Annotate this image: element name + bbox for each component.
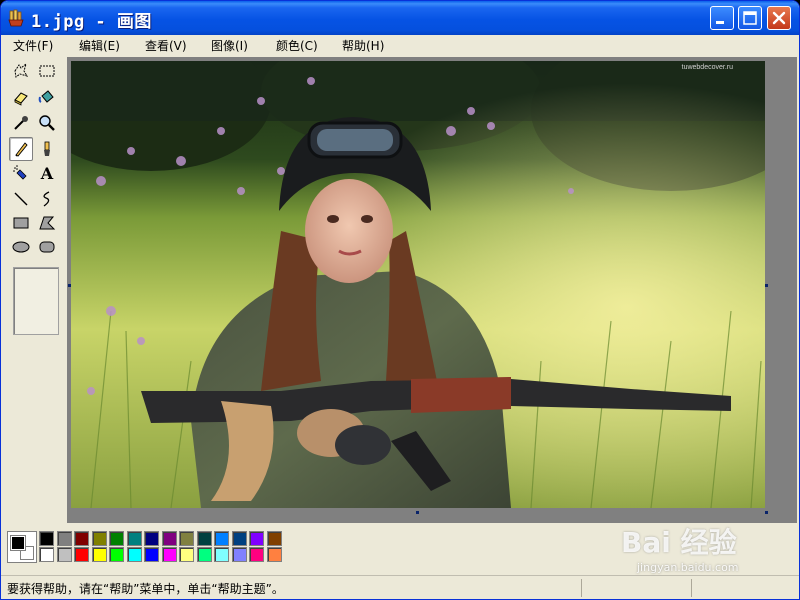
palette-swatch[interactable]: [196, 531, 212, 546]
polygon-icon: [39, 216, 56, 230]
current-colors-indicator[interactable]: [7, 531, 37, 563]
palette-swatch[interactable]: [56, 547, 72, 562]
brush-icon: [44, 141, 50, 156]
ellipse-icon: [12, 241, 30, 253]
palette-swatch[interactable]: [179, 531, 194, 546]
line-tool[interactable]: [9, 187, 33, 211]
palette-swatch[interactable]: [179, 547, 194, 562]
palette-swatch[interactable]: [144, 531, 159, 546]
palette-swatch[interactable]: [109, 547, 124, 562]
close-button[interactable]: [767, 6, 791, 30]
palette-swatch[interactable]: [196, 547, 212, 562]
free-form-select-tool[interactable]: [9, 59, 33, 83]
eraser-tool[interactable]: [9, 85, 33, 109]
resize-handle-corner[interactable]: [765, 511, 768, 514]
menu-file[interactable]: 文件(F): [13, 37, 53, 54]
photo-image: tuwebdecover.ru: [71, 61, 765, 508]
palette-swatch[interactable]: [91, 531, 107, 546]
rectangle-tool[interactable]: [9, 211, 33, 235]
rounded-rect-tool[interactable]: [35, 235, 59, 259]
palette-swatch[interactable]: [126, 547, 142, 562]
palette-swatch[interactable]: [249, 547, 264, 562]
text-icon: A: [40, 163, 54, 183]
polygon-tool[interactable]: [35, 211, 59, 235]
palette-swatch[interactable]: [56, 531, 72, 546]
palette-swatch[interactable]: [266, 531, 282, 546]
menu-view[interactable]: 查看(V): [145, 37, 187, 54]
status-cursor-panel: [581, 579, 691, 597]
paint-bucket-icon: [38, 90, 54, 103]
rect-select-icon: [39, 65, 55, 77]
minimize-button[interactable]: [710, 6, 734, 30]
pick-color-tool[interactable]: [9, 111, 33, 135]
resize-handle-right[interactable]: [765, 284, 768, 287]
palette-swatch[interactable]: [39, 547, 54, 562]
palette-swatch[interactable]: [249, 531, 264, 546]
palette-swatch[interactable]: [214, 531, 229, 546]
paint-app-icon[interactable]: [7, 9, 25, 27]
palette-swatch[interactable]: [231, 547, 247, 562]
foreground-color-swatch[interactable]: [10, 535, 26, 551]
curve-tool[interactable]: [35, 187, 59, 211]
canvas-scroll-area[interactable]: tuwebdecover.ru: [67, 57, 797, 523]
eyedropper-icon: [14, 116, 28, 130]
status-bar: 要获得帮助，请在“帮助”菜单中，单击“帮助主题”。: [1, 575, 799, 599]
airbrush-tool[interactable]: [9, 161, 33, 185]
palette-swatch[interactable]: [214, 547, 229, 562]
resize-handle-left: [68, 284, 71, 287]
rect-select-tool[interactable]: [35, 59, 59, 83]
status-size-panel: [691, 579, 799, 597]
ellipse-tool[interactable]: [9, 235, 33, 259]
palette-swatch[interactable]: [161, 547, 177, 562]
menu-bar: 文件(F) 编辑(E) 查看(V) 图像(I) 颜色(C) 帮助(H): [1, 35, 799, 55]
curve-icon: [43, 191, 50, 207]
palette-swatch[interactable]: [231, 531, 247, 546]
fill-tool[interactable]: [35, 85, 59, 109]
rounded-rectangle-icon: [39, 241, 55, 253]
pencil-tool[interactable]: [9, 137, 33, 161]
brush-tool[interactable]: [35, 137, 59, 161]
menu-edit[interactable]: 编辑(E): [79, 37, 120, 54]
palette-swatch[interactable]: [74, 547, 89, 562]
magnifier-tool[interactable]: [35, 111, 59, 135]
palette-swatch[interactable]: [74, 531, 89, 546]
image-canvas[interactable]: tuwebdecover.ru: [71, 61, 765, 508]
resize-handle-bottom[interactable]: [416, 511, 419, 514]
palette-swatch[interactable]: [266, 547, 282, 562]
status-message: 要获得帮助，请在“帮助”菜单中，单击“帮助主题”。: [7, 582, 284, 596]
menu-help[interactable]: 帮助(H): [342, 37, 384, 54]
rectangle-icon: [13, 217, 29, 229]
title-bar[interactable]: 1.jpg - 画图: [1, 1, 799, 35]
airbrush-icon: [13, 165, 27, 180]
palette-swatch[interactable]: [91, 547, 107, 562]
free-form-select-icon: [14, 62, 29, 78]
paint-window: 1.jpg - 画图 文件(F) 编辑(E) 查看(V) 图像(I) 颜色(C)…: [0, 0, 800, 600]
palette-swatch[interactable]: [144, 547, 159, 562]
menu-image[interactable]: 图像(I): [211, 37, 248, 54]
palette-swatch[interactable]: [109, 531, 124, 546]
palette-swatch[interactable]: [39, 531, 54, 546]
palette-swatch[interactable]: [161, 531, 177, 546]
magnifier-icon: [39, 115, 55, 131]
text-tool[interactable]: A: [35, 161, 59, 185]
photo-source-watermark: tuwebdecover.ru: [682, 64, 733, 71]
eraser-icon: [14, 92, 28, 106]
menu-colors[interactable]: 颜色(C): [276, 37, 318, 54]
palette-swatch[interactable]: [126, 531, 142, 546]
maximize-button[interactable]: [738, 6, 762, 30]
line-icon: [14, 192, 28, 206]
pencil-icon: [15, 142, 28, 157]
tool-box: A: [1, 57, 67, 523]
window-title: 1.jpg - 画图: [31, 12, 152, 32]
color-box: [1, 527, 799, 571]
tool-options-box[interactable]: [13, 267, 59, 335]
